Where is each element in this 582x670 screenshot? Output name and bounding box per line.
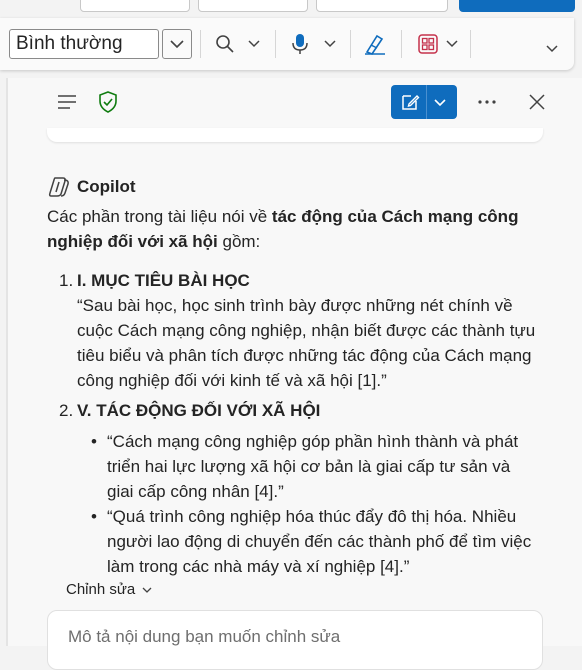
new-chat-dropdown[interactable] xyxy=(432,94,450,112)
search-button[interactable] xyxy=(212,31,238,57)
quote-line: công nghiệp đối với kinh tế và xã hội [1… xyxy=(77,371,387,390)
edit-prompt-input[interactable]: Mô tả nội dung bạn muốn chỉnh sửa xyxy=(47,610,543,670)
copilot-header: Copilot xyxy=(47,176,136,198)
list-item-title: I. MỤC TIÊU BÀI HỌC xyxy=(77,271,250,290)
chevron-down-icon xyxy=(434,99,446,107)
ribbon-primary-button-partial[interactable] xyxy=(459,0,575,12)
quote-line: cuộc Cách mạng công nghiệp, nhận biết đư… xyxy=(77,321,536,340)
dictate-dropdown[interactable] xyxy=(322,35,338,51)
chevron-down-icon xyxy=(248,40,260,48)
style-dropdown-button[interactable] xyxy=(162,29,192,59)
response-intro: Các phần trong tài liệu nói về tác động … xyxy=(47,204,547,254)
quote-line: “Cách mạng công nghiệp góp phần hình thà… xyxy=(107,432,519,451)
chevron-down-icon xyxy=(324,40,336,48)
ribbon-toolbar: Bình thường xyxy=(0,18,574,70)
ribbon-button-partial-2[interactable] xyxy=(198,0,308,12)
search-dropdown[interactable] xyxy=(246,35,262,51)
copilot-logo xyxy=(48,177,69,197)
ribbon-separator xyxy=(200,30,201,58)
ribbon-button-partial-3[interactable] xyxy=(316,0,448,12)
ribbon-separator xyxy=(401,30,402,58)
addins-icon xyxy=(418,34,438,54)
quote-line: giai cấp công nhân [4].” xyxy=(107,482,284,501)
quote-line: “Quá trình công nghiệp hóa thúc đẩy đô t… xyxy=(107,507,517,526)
edit-dropdown-button[interactable]: Chỉnh sửa xyxy=(66,581,154,598)
close-icon xyxy=(529,94,545,110)
intro-suffix: gồm: xyxy=(217,232,261,251)
quote-line: “Sau bài học, học sinh trình bày được nh… xyxy=(77,296,513,315)
addins-button[interactable] xyxy=(415,31,441,57)
list-item-body: “Sau bài học, học sinh trình bày được nh… xyxy=(77,293,547,393)
search-icon xyxy=(216,35,234,53)
quote-line: người lao động di chuyển đến các thành p… xyxy=(107,532,532,551)
chevron-down-icon xyxy=(170,40,184,49)
copilot-name: Copilot xyxy=(77,177,136,196)
input-placeholder: Mô tả nội dung bạn muốn chỉnh sửa xyxy=(68,627,341,646)
bullet-body: “Quá trình công nghiệp hóa thúc đẩy đô t… xyxy=(107,504,547,579)
bullet-body: “Cách mạng công nghiệp góp phần hình thà… xyxy=(107,429,547,504)
microphone-icon xyxy=(292,34,308,54)
list-number: 2. xyxy=(59,401,74,420)
ribbon-expand-button[interactable] xyxy=(544,40,560,56)
addins-dropdown[interactable] xyxy=(444,35,460,51)
more-icon xyxy=(478,100,496,104)
chevron-down-icon xyxy=(546,45,558,53)
top-ribbon-strip xyxy=(0,0,582,14)
chevron-down-icon xyxy=(142,587,152,593)
bullet-marker: • xyxy=(91,432,97,451)
ribbon-separator xyxy=(470,30,471,58)
new-chat-button[interactable] xyxy=(391,85,457,119)
quote-line: tiêu biểu và phân tích được những tác độ… xyxy=(77,346,532,365)
more-options-button[interactable] xyxy=(475,90,499,114)
style-select[interactable]: Bình thường xyxy=(9,29,159,59)
bullet-marker: • xyxy=(91,507,97,526)
hamburger-icon xyxy=(58,95,76,109)
compose-icon xyxy=(402,95,420,110)
editor-icon xyxy=(365,34,385,55)
editor-button[interactable] xyxy=(362,31,388,57)
previous-message-card xyxy=(47,128,543,142)
shield-check-icon xyxy=(99,91,117,113)
ribbon-separator xyxy=(275,30,276,58)
quote-line: triển hai lực lượng xã hội cơ bản là gia… xyxy=(107,457,511,476)
edit-label: Chỉnh sửa xyxy=(66,581,136,598)
chevron-down-icon xyxy=(446,40,458,48)
close-pane-button[interactable] xyxy=(525,90,549,114)
ribbon-separator xyxy=(350,30,351,58)
new-chat-main[interactable] xyxy=(398,90,422,114)
split-divider xyxy=(426,85,427,119)
list-number: 1. xyxy=(59,271,74,290)
ribbon-button-partial-1[interactable] xyxy=(80,0,190,12)
quote-line: làm trong các nhà máy và xí nghiệp [4].” xyxy=(107,557,410,576)
list-item-title: V. TÁC ĐỘNG ĐỐI VỚI XÃ HỘI xyxy=(77,401,321,420)
protection-status[interactable] xyxy=(96,90,120,114)
intro-prefix: Các phần trong tài liệu nói về xyxy=(47,207,272,226)
menu-button[interactable] xyxy=(55,90,79,114)
dictate-button[interactable] xyxy=(287,31,313,57)
